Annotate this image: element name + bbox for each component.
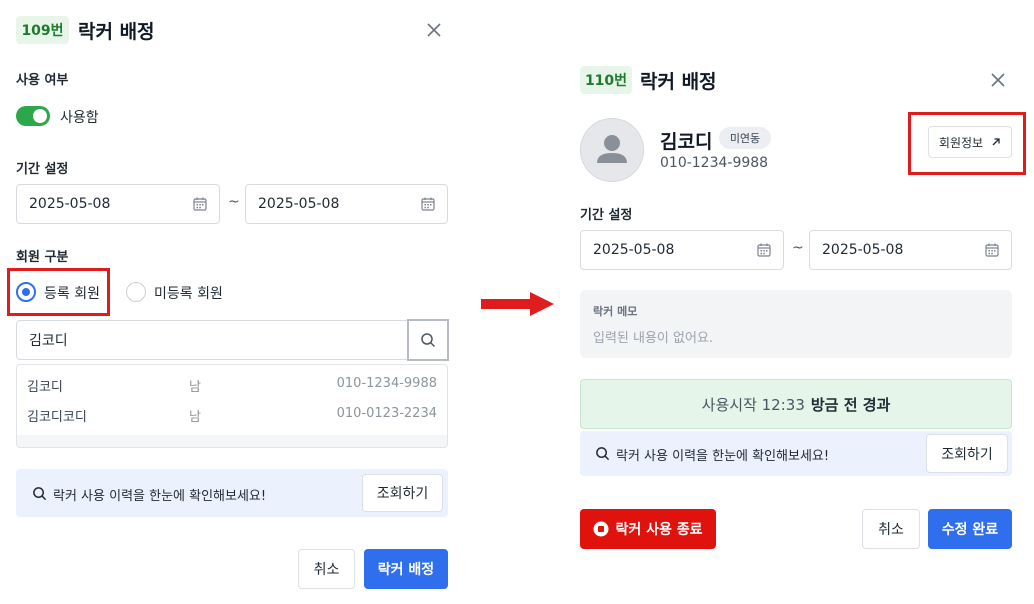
history-bar-text: 락커 사용 이력을 한눈에 확인해보세요! <box>53 489 267 504</box>
locker-number-badge: 109번 <box>16 16 69 44</box>
period-label: 기간 설정 <box>580 208 633 223</box>
calendar-icon <box>421 197 435 211</box>
modal-title: 락커 배정 <box>78 21 155 43</box>
date-separator: ~ <box>792 240 804 256</box>
radio-registered-label: 등록 회원 <box>44 286 100 302</box>
end-date-input[interactable]: 2025-05-08 <box>245 184 448 224</box>
assign-locker-button[interactable]: 락커 배정 <box>364 549 448 589</box>
result-phone: 010-1234-9988 <box>336 376 437 391</box>
cancel-button[interactable]: 취소 <box>298 549 355 589</box>
member-info-label: 회원정보 <box>938 135 984 150</box>
radio-unregistered[interactable] <box>126 282 146 302</box>
search-icon <box>33 487 47 501</box>
date-separator: ~ <box>228 194 240 210</box>
search-icon <box>596 447 610 461</box>
close-icon[interactable] <box>426 22 442 38</box>
search-results: 김코디 남 010-1234-9988 김코디코디 남 010-0123-223… <box>16 364 448 448</box>
usage-label: 사용 여부 <box>16 73 69 88</box>
radio-unregistered-label: 미등록 회원 <box>154 286 223 302</box>
usage-toggle[interactable] <box>16 106 50 126</box>
result-name: 김코디 <box>27 380 63 395</box>
history-lookup-button[interactable]: 조회하기 <box>926 434 1008 473</box>
result-row[interactable]: 김코디 남 010-1234-9988 <box>17 369 447 399</box>
calendar-icon <box>757 243 771 257</box>
close-icon[interactable] <box>990 72 1006 88</box>
end-date-input[interactable]: 2025-05-08 <box>809 230 1012 270</box>
result-name: 김코디코디 <box>27 410 87 425</box>
history-lookup-button[interactable]: 조회하기 <box>362 474 443 512</box>
start-date-input[interactable]: 2025-05-08 <box>580 230 784 270</box>
search-icon <box>421 333 436 348</box>
memo-placeholder: 입력된 내용이 없어요. <box>593 331 714 346</box>
history-bar-text: 락커 사용 이력을 한눈에 확인해보세요! <box>616 449 830 464</box>
result-gender: 남 <box>189 410 201 425</box>
avatar <box>580 118 644 182</box>
end-date-value: 2025-05-08 <box>258 196 340 212</box>
member-name: 김코디 <box>660 131 713 153</box>
usage-status-bar: 사용시작 12:33 방금 전 경과 <box>580 379 1012 429</box>
history-bar: 락커 사용 이력을 한눈에 확인해보세요! 조회하기 <box>580 431 1012 476</box>
end-locker-use-button[interactable]: 락커 사용 종료 <box>580 509 716 549</box>
result-row[interactable]: 김코디코디 남 010-0123-2234 <box>17 399 447 429</box>
calendar-icon <box>193 197 207 211</box>
period-label: 기간 설정 <box>16 162 69 177</box>
member-search-value: 김코디 <box>29 333 68 349</box>
member-link-tag: 미연동 <box>719 127 771 149</box>
usage-toggle-label: 사용함 <box>60 110 99 126</box>
history-bar: 락커 사용 이력을 한눈에 확인해보세요! 조회하기 <box>16 469 448 517</box>
cancel-button[interactable]: 취소 <box>862 509 920 549</box>
usage-elapsed-text: 방금 전 경과 <box>810 395 891 414</box>
arrow-right-icon <box>481 292 554 316</box>
locker-memo[interactable]: 락커 메모 입력된 내용이 없어요. <box>580 290 1012 358</box>
member-phone: 010-1234-9988 <box>660 155 769 171</box>
end-locker-use-label: 락커 사용 종료 <box>615 522 703 538</box>
user-icon <box>597 135 627 163</box>
usage-start-text: 사용시작 12:33 <box>701 395 805 414</box>
save-edit-button[interactable]: 수정 완료 <box>928 509 1012 549</box>
member-info-button[interactable]: 회원정보 <box>928 126 1012 158</box>
start-date-value: 2025-05-08 <box>593 242 675 258</box>
stop-icon <box>593 521 609 537</box>
radio-registered[interactable] <box>16 282 36 302</box>
start-date-input[interactable]: 2025-05-08 <box>16 184 220 224</box>
memo-label: 락커 메모 <box>593 305 638 318</box>
calendar-icon <box>985 243 999 257</box>
modal-title: 락커 배정 <box>640 71 717 93</box>
result-gender: 남 <box>189 380 201 395</box>
external-link-icon <box>992 138 1000 146</box>
end-date-value: 2025-05-08 <box>822 242 904 258</box>
start-date-value: 2025-05-08 <box>29 196 111 212</box>
member-type-label: 회원 구분 <box>16 250 69 265</box>
locker-number-badge: 110번 <box>580 66 632 94</box>
member-search-input[interactable]: 김코디 <box>16 320 448 360</box>
result-phone: 010-0123-2234 <box>336 406 437 421</box>
search-button[interactable] <box>407 319 449 361</box>
